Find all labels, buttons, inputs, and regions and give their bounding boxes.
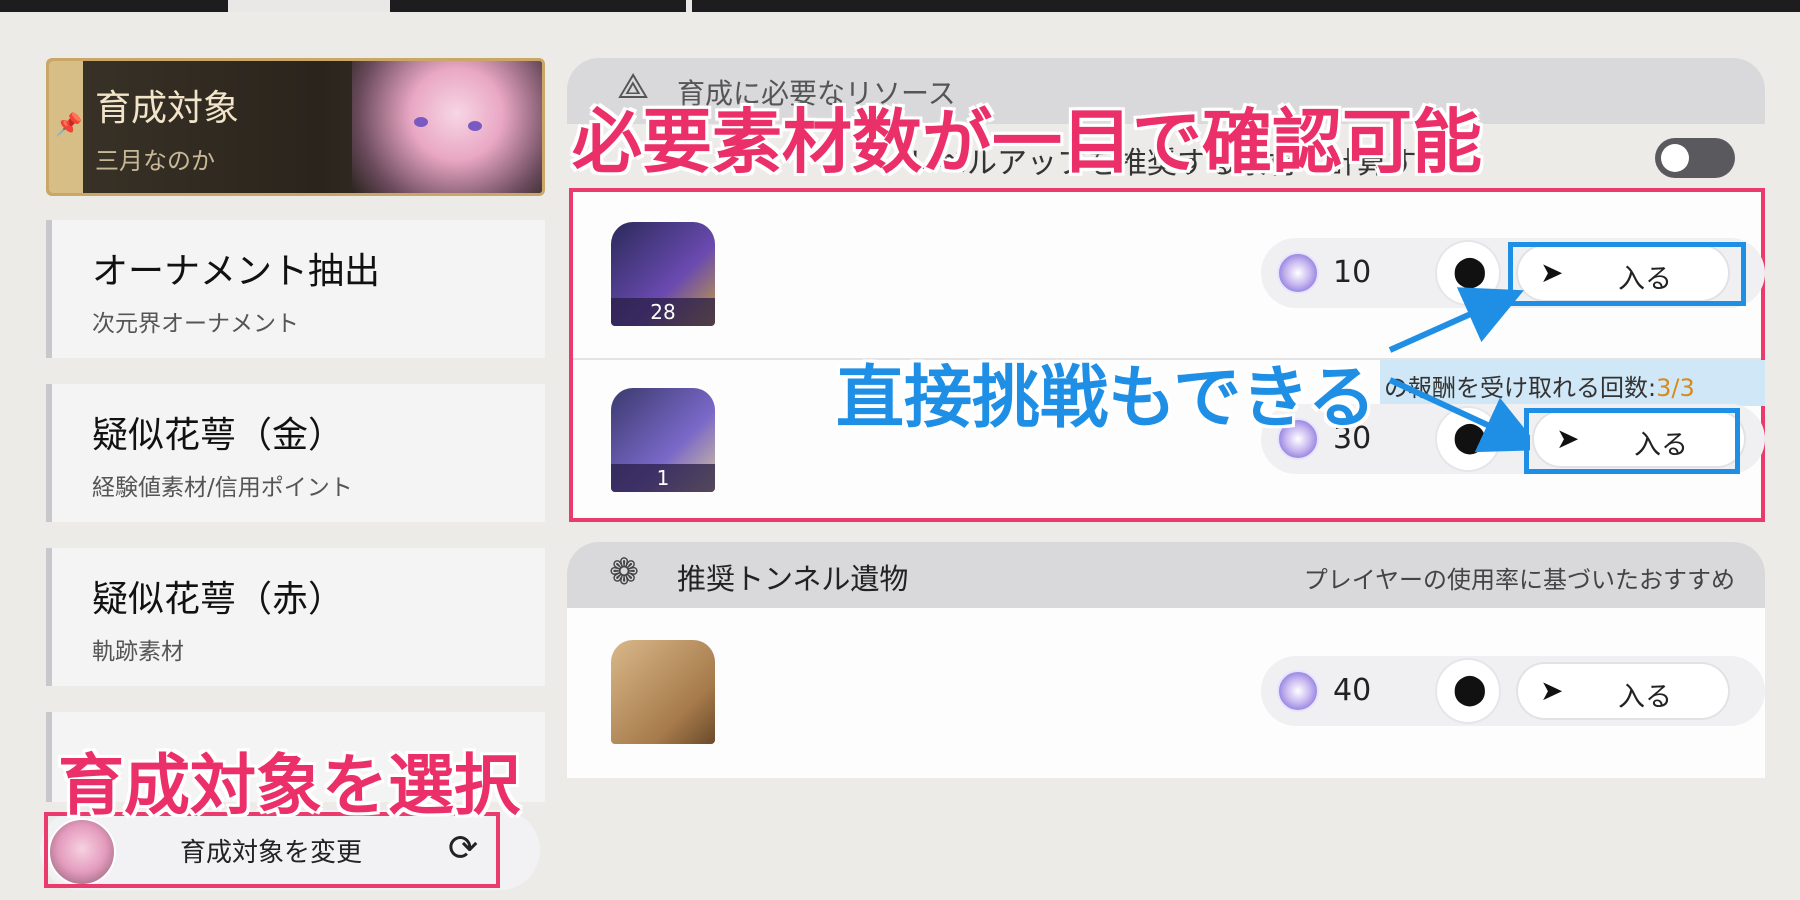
challenge-callout: 直接挑戦もできる xyxy=(836,359,1376,438)
sidebar-item-label: 疑似花萼（金） xyxy=(92,415,345,456)
tunnel-relics-header: ❁ 推奨トンネル遺物 プレイヤーの使用率に基づいたおすすめ xyxy=(567,542,1765,608)
sidebar-item-label: 疑似花萼（赤） xyxy=(92,579,345,620)
location-button[interactable]: ⬤ xyxy=(1437,660,1499,722)
arrow-to-enter-2 xyxy=(1388,377,1530,453)
calc-toggle[interactable] xyxy=(1655,138,1735,178)
enter-button[interactable]: ➤ 入る xyxy=(1518,664,1728,718)
arrows-overlay xyxy=(1388,287,1530,453)
tunnel-title: 推奨トンネル遺物 xyxy=(677,562,909,596)
select-callout: 育成対象を選択 xyxy=(57,746,522,826)
ornament-material-icon[interactable]: 28 xyxy=(611,222,715,326)
highlight-frame-enter-2 xyxy=(1524,408,1740,474)
materials-callout: 必要素材数が一目で確認可能 xyxy=(571,100,1484,185)
trailblaze-power-icon xyxy=(1277,670,1319,712)
relic-set-icon: ❁ xyxy=(609,552,640,593)
sidebar-item-label: オーナメント抽出 xyxy=(92,251,381,292)
pin-icon[interactable]: 📌 xyxy=(55,113,82,138)
tunnel-note: プレイヤーの使用率に基づいたおすすめ xyxy=(1303,566,1735,594)
sidebar-item-calyx-red[interactable]: 疑似花萼（赤） 軌跡素材 xyxy=(46,548,545,686)
sidebar-item-calyx-gold[interactable]: 疑似花萼（金） 経験値素材/信用ポイント xyxy=(46,384,545,522)
sidebar-item-sub: 次元界オーナメント xyxy=(92,311,299,337)
target-title: 育成対象 xyxy=(95,88,240,129)
calyx-material-icon[interactable]: 1 xyxy=(611,388,715,492)
item-count: 28 xyxy=(611,298,715,326)
sidebar-item-ornament[interactable]: オーナメント抽出 次元界オーナメント xyxy=(46,220,545,358)
highlight-frame-enter-1 xyxy=(1508,242,1746,306)
item-count: 1 xyxy=(611,464,715,492)
sidebar-item-sub: 軌跡素材 xyxy=(92,639,184,665)
character-portrait xyxy=(352,61,542,193)
reward-count: 3/3 xyxy=(1656,374,1695,402)
location-pin-icon: ⬤ xyxy=(1453,672,1487,707)
stamina-cost: 40 xyxy=(1333,673,1372,708)
enter-arrow-icon: ➤ xyxy=(1540,674,1564,707)
trailblaze-power-icon xyxy=(1277,252,1319,294)
target-name: 三月なのか xyxy=(95,147,215,175)
arrow-to-enter-1 xyxy=(1388,287,1524,353)
enter-label: 入る xyxy=(1618,682,1672,713)
sidebar-item-sub: 経験値素材/信用ポイント xyxy=(92,475,353,501)
relic-helmet-icon[interactable] xyxy=(611,640,715,744)
top-bar xyxy=(0,0,1800,12)
stamina-cost: 10 xyxy=(1333,255,1372,290)
training-target-card[interactable]: 📌 育成対象 三月なのか xyxy=(46,58,545,196)
